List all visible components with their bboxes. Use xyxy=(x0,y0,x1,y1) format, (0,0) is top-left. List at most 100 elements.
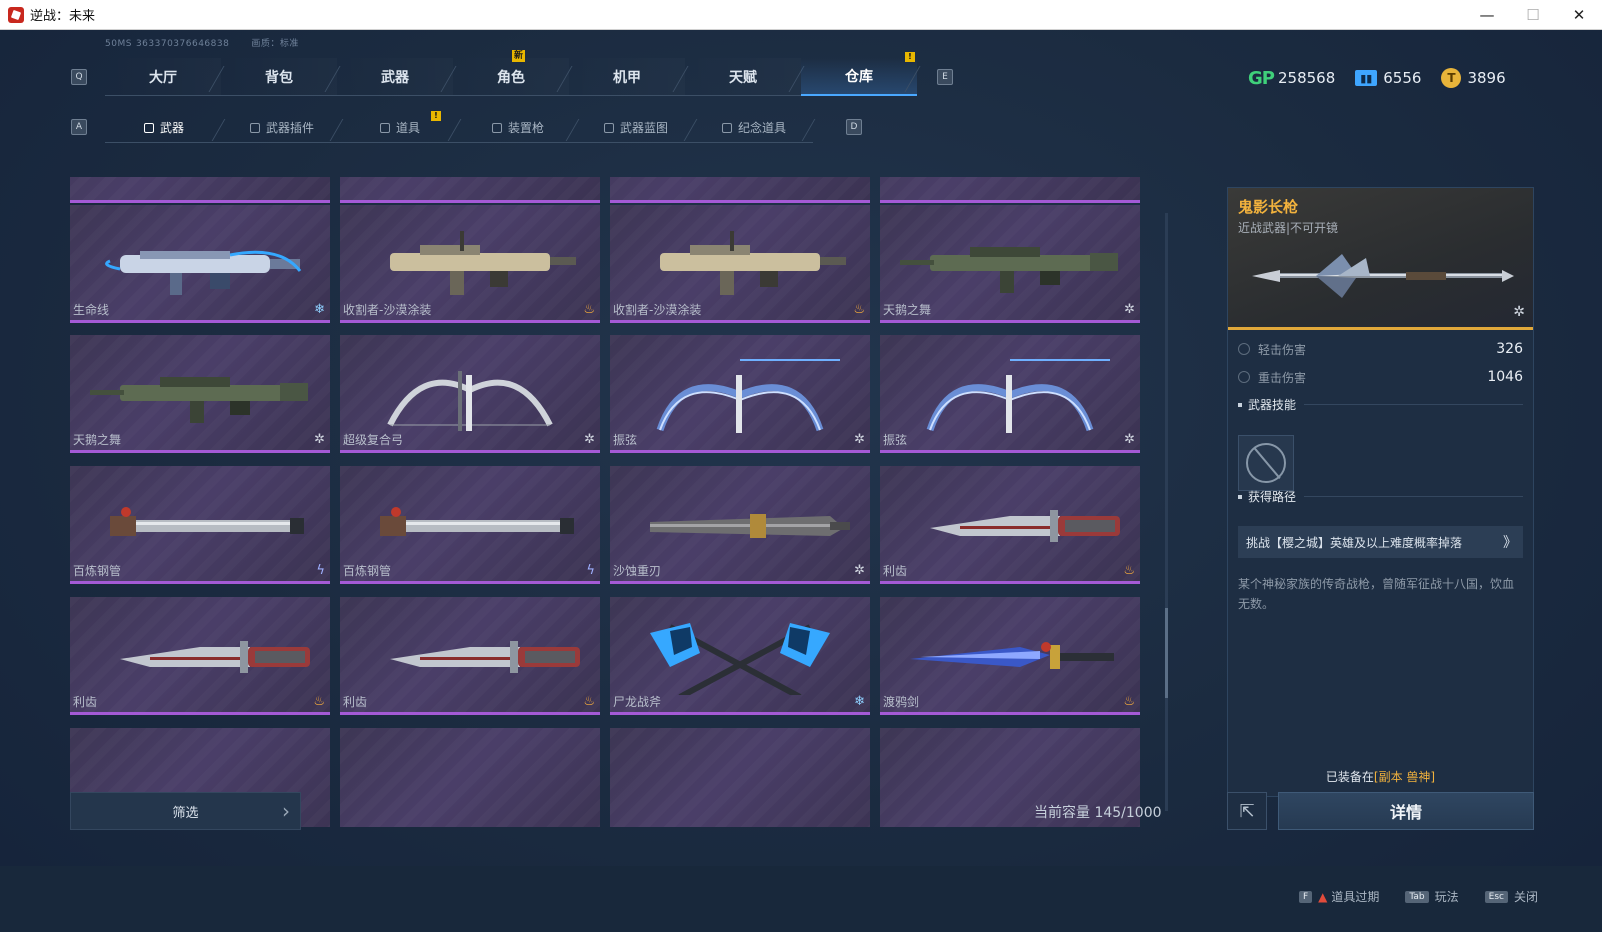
weapon-image xyxy=(656,359,840,433)
weapon-card[interactable]: 百炼钢管 ϟ xyxy=(70,466,330,584)
weapon-card-partial[interactable] xyxy=(70,177,330,203)
weapon-card-partial[interactable] xyxy=(340,177,600,203)
device-icon xyxy=(491,122,502,133)
weapon-image xyxy=(660,231,846,295)
weapon-card[interactable]: 渡鸦剑 ♨ xyxy=(880,597,1140,715)
weapon-image xyxy=(390,231,576,295)
hotkey-gameplay[interactable]: Tab 玩法 xyxy=(1405,888,1459,905)
tab-talents[interactable]: 天赋 xyxy=(685,58,801,96)
details-button[interactable]: 详情 xyxy=(1278,792,1534,830)
currency-coin: T 3896 xyxy=(1441,68,1506,88)
subtab-label: 武器插件 xyxy=(265,121,314,135)
alert-badge: ! xyxy=(431,111,441,121)
weapon-card[interactable]: 天鹅之舞 ✲ xyxy=(70,335,330,453)
minimize-button[interactable]: — xyxy=(1464,0,1510,30)
path-text: 挑战【樱之城】英雄及以上难度概率掉落 xyxy=(1246,535,1463,550)
tab-label: 机甲 xyxy=(613,69,641,86)
filter-button[interactable]: 筛选 › xyxy=(70,792,301,830)
subtab-souvenirs[interactable]: 纪念道具 xyxy=(695,113,813,143)
stat-light-damage: 轻击伤害 326 xyxy=(1238,337,1523,361)
equipped-target: [副本 兽神] xyxy=(1373,770,1436,784)
weapon-card[interactable]: 百炼钢管 ϟ xyxy=(340,466,600,584)
ticket-icon: ▮▮ xyxy=(1355,70,1378,86)
hotkey-close[interactable]: Esc 关闭 xyxy=(1484,888,1538,905)
weapon-card[interactable]: 生命线 ❄ xyxy=(70,205,330,323)
share-icon: ⇱ xyxy=(1239,800,1255,822)
weapon-card[interactable]: 沙蚀重刃 ✲ xyxy=(610,466,870,584)
tab-characters[interactable]: 角色 新 xyxy=(453,50,569,96)
key-hint-e[interactable]: E xyxy=(937,69,953,85)
weapon-card-partial[interactable] xyxy=(880,177,1140,203)
weapon-image xyxy=(926,359,1110,433)
stat-label: 重击伤害 xyxy=(1258,370,1307,385)
key-cap: F xyxy=(1298,890,1313,903)
alert-badge: ! xyxy=(905,52,915,62)
weapon-image xyxy=(900,247,1118,293)
rarity-ice-icon: ❄ xyxy=(854,694,865,709)
stat-value: 1046 xyxy=(1487,369,1523,385)
rarity-fire-icon: ♨ xyxy=(853,302,865,317)
subtab-weapons[interactable]: 武器 xyxy=(105,113,223,143)
weapon-card[interactable]: 利齿 ♨ xyxy=(880,466,1140,584)
divider xyxy=(1304,404,1523,405)
weapon-card[interactable]: 利齿 ♨ xyxy=(70,597,330,715)
weapon-card[interactable]: 振弦 ✲ xyxy=(610,335,870,453)
weapon-name: 天鹅之舞 xyxy=(73,433,122,447)
currency-ticket: ▮▮ 6556 xyxy=(1355,69,1421,87)
weapon-card-partial[interactable] xyxy=(340,728,600,827)
weapon-card[interactable]: 超级复合弓 ✲ xyxy=(340,335,600,453)
weapon-card[interactable]: 尸龙战斧 ❄ xyxy=(610,597,870,715)
weapon-card[interactable]: 天鹅之舞 ✲ xyxy=(880,205,1140,323)
key-hint-q[interactable]: Q xyxy=(71,69,87,85)
weapon-card-partial[interactable] xyxy=(610,728,870,827)
scroll-thumb[interactable] xyxy=(1165,608,1168,698)
stat-value: 326 xyxy=(1496,341,1523,357)
tab-lobby[interactable]: 大厅 xyxy=(105,58,221,96)
weapon-skill-slot[interactable] xyxy=(1238,435,1294,491)
weapon-card[interactable]: 利齿 ♨ xyxy=(340,597,600,715)
tab-warehouse[interactable]: 仓库! xyxy=(801,52,917,96)
weapon-card[interactable]: 振弦 ✲ xyxy=(880,335,1140,453)
tab-weapons[interactable]: 武器 xyxy=(337,58,453,96)
weapon-image xyxy=(380,507,574,536)
acquisition-path-link[interactable]: 挑战【樱之城】英雄及以上难度概率掉落 》 xyxy=(1238,526,1523,558)
weapon-name: 百炼钢管 xyxy=(73,564,122,578)
path-section-header: 获得路径 xyxy=(1238,488,1523,505)
weapon-card[interactable]: 收割者-沙漠涂装 ♨ xyxy=(610,205,870,323)
coin-value: 3896 xyxy=(1467,69,1506,87)
tab-label: 天赋 xyxy=(729,69,757,86)
detail-title: 鬼影长枪 xyxy=(1238,198,1299,216)
gp-value: 258568 xyxy=(1278,69,1336,87)
tab-backpack[interactable]: 背包 xyxy=(221,58,337,96)
rarity-bolt-icon: ϟ xyxy=(316,563,325,578)
weapon-name: 沙蚀重刃 xyxy=(613,564,662,578)
maximize-button[interactable]: ☐ xyxy=(1510,0,1556,30)
key-hint-d[interactable]: D xyxy=(846,119,862,135)
subtab-items[interactable]: 道具! xyxy=(341,111,459,143)
close-window-button[interactable]: ✕ xyxy=(1556,0,1602,30)
share-button[interactable]: ⇱ xyxy=(1227,792,1267,830)
grid-scrollbar[interactable] xyxy=(1165,213,1168,811)
equipped-prefix: 已装备在 xyxy=(1325,770,1374,784)
weapon-card-partial[interactable] xyxy=(610,177,870,203)
weapon-card[interactable]: 收割者-沙漠涂装 ♨ xyxy=(340,205,600,323)
key-hint-a[interactable]: A xyxy=(71,119,87,135)
tab-mecha[interactable]: 机甲 xyxy=(569,58,685,96)
subtab-blueprints[interactable]: 武器蓝图 xyxy=(577,113,695,143)
weapon-name: 天鹅之舞 xyxy=(883,303,932,317)
divider xyxy=(1304,496,1523,497)
weapon-name: 利齿 xyxy=(343,695,368,709)
hotkey-label: 道具过期 xyxy=(1331,890,1380,904)
warning-icon: ▲ xyxy=(1318,889,1328,904)
subtab-weapon-plugins[interactable]: 武器插件 xyxy=(223,113,341,143)
weapon-image xyxy=(390,641,580,673)
chevron-right-icon: › xyxy=(282,799,290,823)
subtab-device-gun[interactable]: 装置枪 xyxy=(459,113,577,143)
rarity-cross-icon: ✲ xyxy=(854,432,865,447)
weapon-name: 收割者-沙漠涂装 xyxy=(613,303,702,317)
heavy-attack-icon xyxy=(1238,371,1250,383)
hotkey-expired-items[interactable]: F ▲ 道具过期 xyxy=(1298,888,1380,905)
subtab-label: 道具 xyxy=(395,121,420,135)
rarity-cross-icon: ✲ xyxy=(1513,304,1525,320)
item-icon xyxy=(379,122,390,133)
